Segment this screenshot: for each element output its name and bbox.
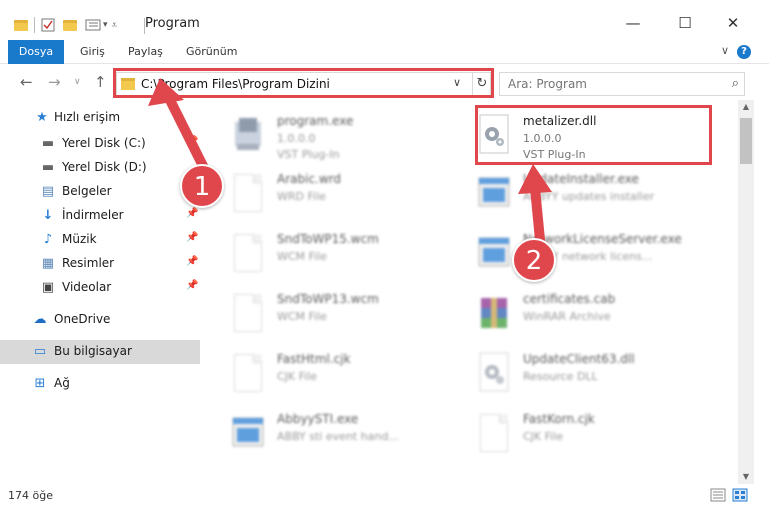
annotation-arrows <box>148 78 552 245</box>
step-badge-1: 1 <box>180 164 224 208</box>
arrow-2 <box>518 164 552 245</box>
step-badge-2: 2 <box>512 238 556 282</box>
arrow-1 <box>148 78 210 175</box>
